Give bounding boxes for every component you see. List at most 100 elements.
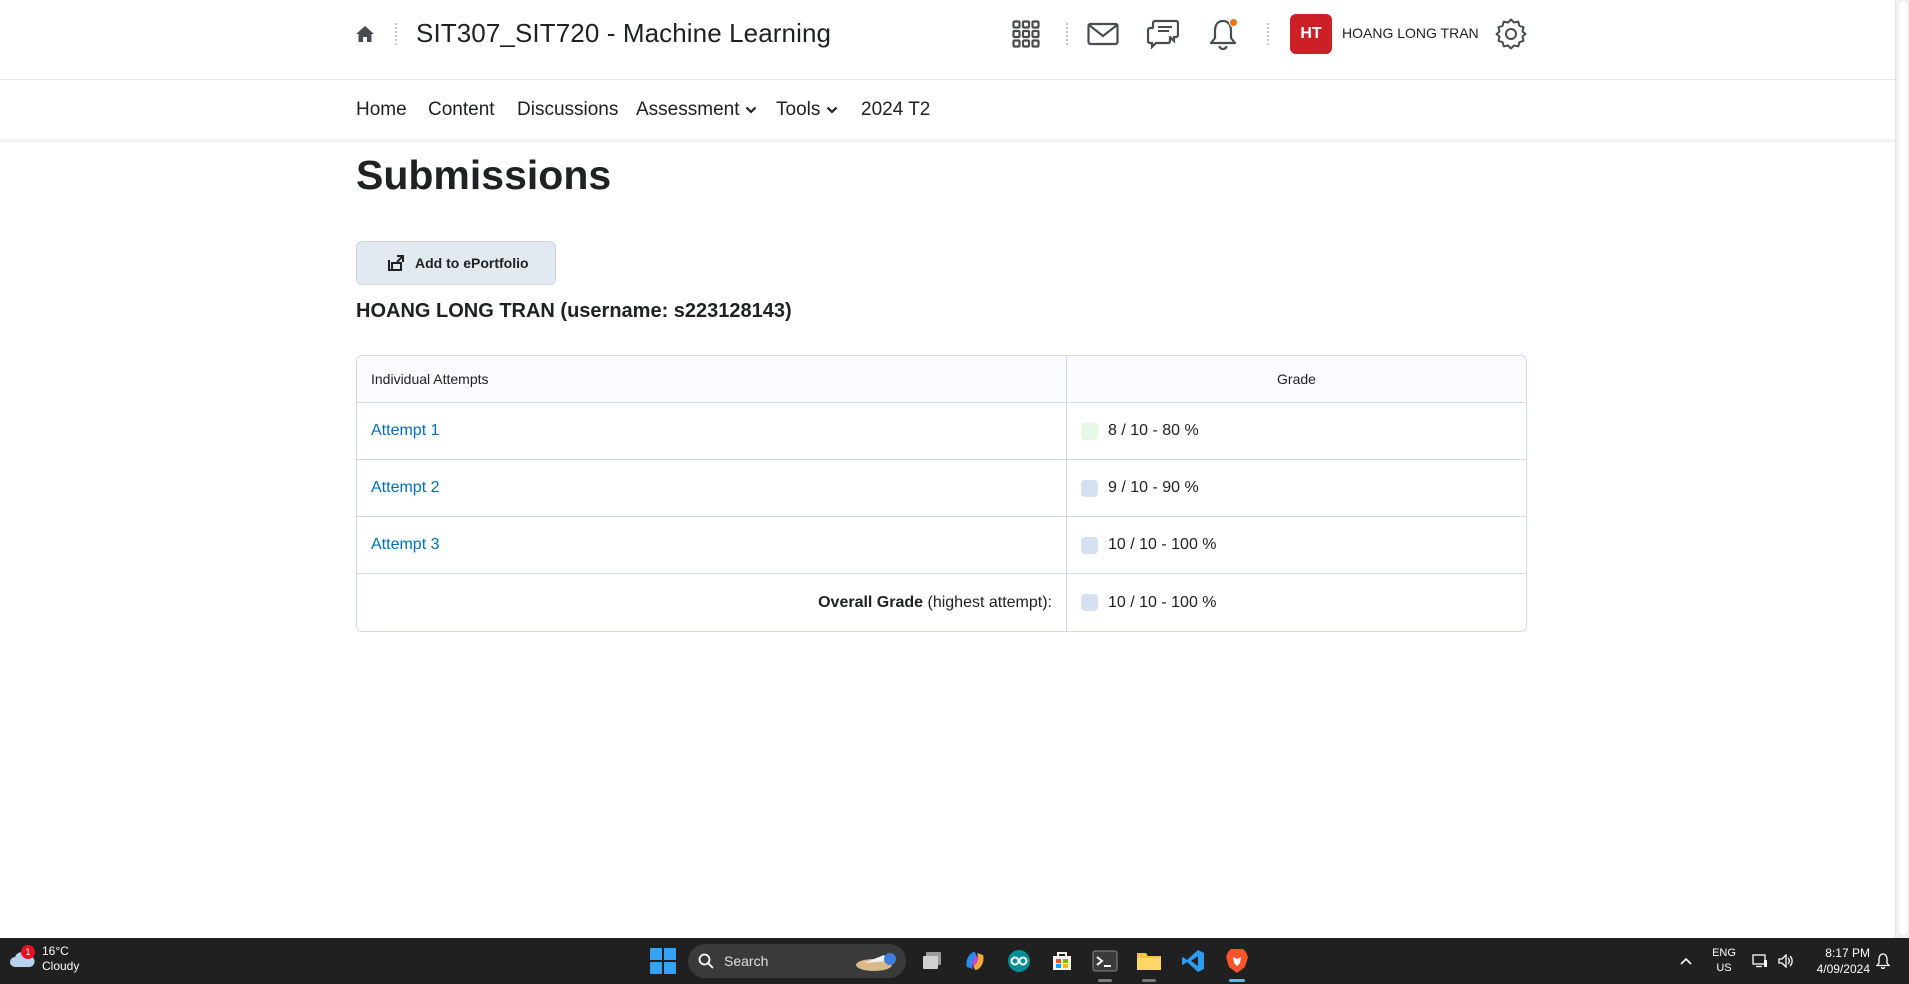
notification-dot [1229, 18, 1238, 27]
grade-color-swatch [1081, 422, 1098, 440]
attempt-cell: Attempt 1 [357, 403, 1067, 460]
add-to-eportfolio-label: Add to ePortfolio [415, 255, 529, 271]
task-view-icon [923, 952, 941, 969]
attempt-cell: Attempt 2 [357, 460, 1067, 517]
search-label: Search [724, 953, 769, 969]
browser-page: SIT307_SIT720 - Machine Learning HT HOAN… [0, 0, 1909, 984]
store-button[interactable] [1047, 946, 1077, 976]
overall-grade-value: 10 / 10 - 100 % [1108, 593, 1217, 611]
brave-browser-button[interactable] [1222, 946, 1252, 982]
avatar[interactable]: HT [1290, 14, 1332, 54]
nav-content-label: Content [428, 99, 495, 120]
weather-desc: Cloudy [42, 959, 80, 973]
brave-lion-icon [1226, 949, 1248, 973]
task-view-button[interactable] [917, 946, 947, 976]
separator [1066, 23, 1068, 45]
vscode-button[interactable] [1178, 946, 1208, 976]
attempts-table: Individual Attempts Grade Attempt 1 8 / … [356, 355, 1527, 632]
course-header: SIT307_SIT720 - Machine Learning HT HOAN… [0, 0, 1895, 80]
copilot-button[interactable] [960, 946, 990, 976]
terminal-icon [1092, 950, 1118, 972]
chevron-up-icon [1680, 957, 1692, 965]
grade-color-swatch [1081, 536, 1098, 554]
nav-tools[interactable]: Tools [776, 99, 838, 121]
table-header-row: Individual Attempts Grade [357, 356, 1526, 403]
user-name-menu[interactable]: HOANG LONG TRAN [1342, 25, 1479, 41]
clock-time: 8:17 PM [1825, 946, 1870, 960]
attempt-3-link[interactable]: Attempt 3 [371, 536, 439, 553]
nav-term-label: 2024 T2 [861, 99, 931, 120]
home-button[interactable] [352, 20, 378, 48]
file-explorer-button[interactable] [1134, 946, 1164, 982]
user-heading: HOANG LONG TRAN (username: s223128143) [356, 300, 792, 322]
settings-button[interactable] [1493, 16, 1529, 52]
nav-tools-label: Tools [776, 99, 821, 120]
update-alerts-button[interactable] [1205, 16, 1241, 52]
arduino-icon [1008, 950, 1030, 972]
start-button[interactable] [650, 948, 676, 974]
folder-icon [1137, 953, 1161, 970]
table-row: Attempt 1 8 / 10 - 80 % [357, 403, 1526, 460]
search-icon [698, 953, 714, 969]
grade-cell: 10 / 10 - 100 % [1067, 574, 1526, 631]
attempt-cell: Attempt 3 [357, 517, 1067, 574]
show-hidden-icons-button[interactable] [1680, 938, 1692, 984]
gear-icon [1495, 18, 1527, 50]
nav-discussions[interactable]: Discussions [517, 99, 618, 121]
home-icon [356, 26, 374, 42]
table-row: Attempt 2 9 / 10 - 90 % [357, 460, 1526, 517]
active-indicator [1229, 979, 1245, 982]
store-icon [1053, 952, 1071, 970]
grade-color-swatch [1081, 594, 1098, 611]
grade-cell: 10 / 10 - 100 % [1067, 517, 1526, 574]
attempt-1-link[interactable]: Attempt 1 [371, 422, 439, 439]
vertical-scrollbar[interactable] [1895, 0, 1909, 938]
separator [1267, 23, 1269, 45]
network-icon [1752, 954, 1767, 968]
weather-badge: 1 [21, 945, 35, 959]
nav-term[interactable]: 2024 T2 [861, 99, 930, 121]
chevron-down-icon [827, 106, 838, 114]
course-title-link[interactable]: SIT307_SIT720 - Machine Learning [416, 18, 831, 49]
arduino-button[interactable] [1004, 946, 1034, 976]
waffle-grid-icon [1012, 20, 1040, 48]
nav-assessment[interactable]: Assessment [636, 99, 757, 121]
lang-top: ENG [1712, 947, 1736, 959]
scrollbar-thumb[interactable] [1899, 2, 1907, 934]
input-language-button[interactable]: ENG US [1712, 938, 1736, 984]
clock[interactable]: 8:17 PM 4/09/2024 [1800, 945, 1870, 977]
taskbar-search[interactable]: Search [688, 944, 906, 978]
col-header-attempts: Individual Attempts [357, 356, 1067, 403]
grade-cell: 8 / 10 - 80 % [1067, 403, 1526, 460]
course-selector-button[interactable] [1008, 16, 1044, 52]
grade-color-swatch [1081, 479, 1098, 497]
notification-bell-icon [1876, 953, 1890, 969]
chevron-down-icon [746, 106, 757, 114]
mail-icon [1087, 22, 1119, 46]
add-to-eportfolio-button[interactable]: Add to ePortfolio [356, 241, 556, 285]
taskbar: 1 16°C Cloudy Search ENG US 8:17 PM 4/09… [0, 938, 1909, 984]
terminal-button[interactable] [1090, 946, 1120, 982]
nav-assessment-label: Assessment [636, 99, 740, 120]
cloud-icon: 1 [8, 945, 36, 973]
col-header-grade: Grade [1067, 356, 1526, 403]
message-alerts-button[interactable] [1085, 16, 1121, 52]
weather-widget[interactable]: 1 16°C Cloudy [8, 944, 79, 974]
notification-center-button[interactable] [1876, 938, 1890, 984]
search-highlight-icon [856, 953, 896, 971]
grade-cell: 9 / 10 - 90 % [1067, 460, 1526, 517]
attempt-2-link[interactable]: Attempt 2 [371, 479, 439, 496]
system-tray-icons[interactable] [1752, 938, 1794, 984]
copilot-icon [966, 952, 984, 970]
discussion-icon [1147, 19, 1179, 49]
nav-content[interactable]: Content [428, 99, 495, 121]
grade-value: 9 / 10 - 90 % [1108, 479, 1199, 496]
nav-home[interactable]: Home [356, 99, 407, 121]
subscription-alerts-button[interactable] [1145, 16, 1181, 52]
table-row: Attempt 3 10 / 10 - 100 % [357, 517, 1526, 574]
overall-grade-row: Overall Grade (highest attempt): 10 / 10… [357, 574, 1526, 631]
lang-bottom: US [1716, 962, 1732, 974]
running-indicator [1142, 979, 1156, 982]
separator [395, 23, 397, 45]
volume-icon [1778, 954, 1793, 968]
